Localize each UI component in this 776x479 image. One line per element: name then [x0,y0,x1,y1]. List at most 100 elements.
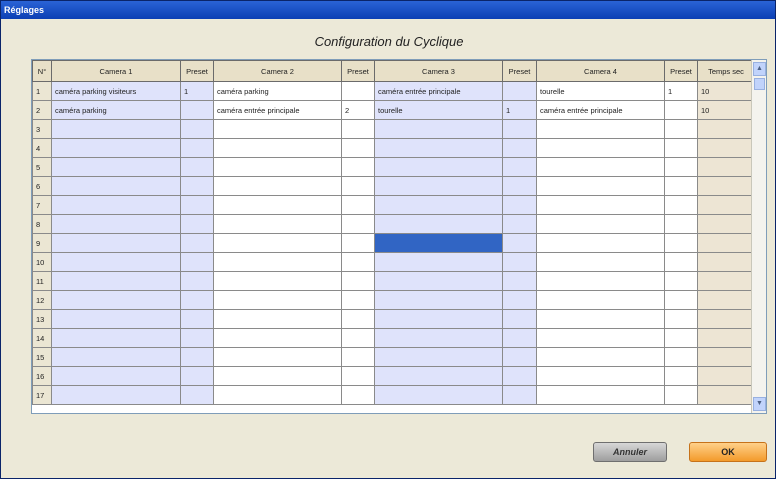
grid-cell[interactable] [374,119,503,139]
grid-cell[interactable] [374,290,503,310]
grid-cell[interactable] [51,119,181,139]
grid-cell[interactable] [502,271,537,291]
grid-cell[interactable] [180,100,214,120]
grid-cell[interactable] [697,214,755,234]
grid-cell[interactable] [664,347,698,367]
column-header[interactable]: Temps sec [697,60,755,82]
grid-cell[interactable]: 1 [180,81,214,101]
grid-cell[interactable] [374,252,503,272]
grid-cell[interactable] [697,138,755,158]
grid-cell[interactable]: 1 [502,100,537,120]
grid-cell[interactable] [180,195,214,215]
grid-cell[interactable] [697,195,755,215]
table-row[interactable]: 16 [32,366,755,386]
grid-cell[interactable] [502,195,537,215]
grid-cell[interactable] [180,119,214,139]
grid-cell[interactable] [664,176,698,196]
grid-cell[interactable] [51,138,181,158]
grid-cell[interactable] [697,309,755,329]
grid-cell[interactable] [374,214,503,234]
table-row[interactable]: 6 [32,176,755,196]
grid-cell[interactable] [664,214,698,234]
grid-cell[interactable] [180,233,214,253]
grid-cell[interactable] [502,252,537,272]
grid-cell[interactable] [213,157,342,177]
grid-cell[interactable] [180,347,214,367]
grid-cell[interactable] [536,176,665,196]
grid-cell[interactable] [502,347,537,367]
grid-cell[interactable] [374,385,503,405]
column-header[interactable]: Preset [502,60,537,82]
grid-cell[interactable] [697,233,755,253]
vertical-scrollbar[interactable]: ▲ ▼ [751,60,766,413]
grid-cell[interactable] [536,138,665,158]
table-row[interactable]: 10 [32,252,755,272]
grid-cell[interactable] [180,366,214,386]
grid-cell[interactable] [664,119,698,139]
column-header[interactable]: N° [32,60,52,82]
grid-cell[interactable]: caméra entrée principale [374,81,503,101]
cancel-button[interactable]: Annuler [593,442,667,462]
grid-cell[interactable]: 10 [697,81,755,101]
grid-cell[interactable] [51,328,181,348]
grid-cell[interactable]: caméra entrée principale [213,100,342,120]
grid-cell[interactable] [213,271,342,291]
column-header[interactable]: Camera 4 [536,60,665,82]
grid-cell[interactable] [697,290,755,310]
grid-cell[interactable] [180,138,214,158]
grid-cell[interactable] [180,176,214,196]
grid-cell[interactable] [213,195,342,215]
grid-cell[interactable] [374,366,503,386]
grid-cell[interactable] [536,252,665,272]
grid-cell[interactable] [341,157,375,177]
grid-cell[interactable]: caméra parking [213,81,342,101]
table-row[interactable]: 3 [32,119,755,139]
ok-button[interactable]: OK [689,442,767,462]
grid-cell[interactable] [536,157,665,177]
grid-cell[interactable] [213,252,342,272]
grid-cell[interactable]: 2 [341,100,375,120]
grid-cell[interactable] [51,252,181,272]
table-row[interactable]: 15 [32,347,755,367]
grid-cell[interactable] [51,366,181,386]
column-header[interactable]: Preset [664,60,698,82]
grid-cell[interactable] [502,309,537,329]
grid-cell[interactable] [536,347,665,367]
grid-cell[interactable] [51,309,181,329]
grid-cell[interactable] [213,138,342,158]
table-row[interactable]: 7 [32,195,755,215]
grid-cell[interactable] [664,366,698,386]
grid-cell[interactable] [341,176,375,196]
grid-cell[interactable] [664,328,698,348]
grid-cell[interactable] [502,233,537,253]
grid-cell[interactable] [502,385,537,405]
grid-cell[interactable]: tourelle [374,100,503,120]
grid-cell[interactable] [180,309,214,329]
grid-cell[interactable] [341,138,375,158]
grid-cell[interactable] [51,214,181,234]
grid-cell[interactable] [697,328,755,348]
grid-cell[interactable] [536,214,665,234]
table-row[interactable]: 8 [32,214,755,234]
grid-cell[interactable] [341,366,375,386]
table-row[interactable]: 9 [32,233,755,253]
grid-cell[interactable] [180,328,214,348]
grid-cell[interactable] [180,271,214,291]
grid-cell[interactable] [536,385,665,405]
grid-cell[interactable] [536,328,665,348]
scroll-up-icon[interactable]: ▲ [753,62,766,76]
grid-cell[interactable] [213,290,342,310]
grid-cell[interactable] [697,157,755,177]
table-row[interactable]: 12 [32,290,755,310]
table-row[interactable]: 1 caméra parking visiteurs 1 caméra parking… [32,81,755,101]
grid-cell[interactable] [664,252,698,272]
grid-cell[interactable] [213,366,342,386]
column-header[interactable]: Preset [180,60,214,82]
grid-cell[interactable] [697,252,755,272]
grid-cell[interactable] [51,157,181,177]
grid-cell[interactable] [697,366,755,386]
grid-cell[interactable] [664,157,698,177]
grid-cell[interactable] [536,233,665,253]
grid-cell[interactable] [502,214,537,234]
grid-cell[interactable] [697,347,755,367]
